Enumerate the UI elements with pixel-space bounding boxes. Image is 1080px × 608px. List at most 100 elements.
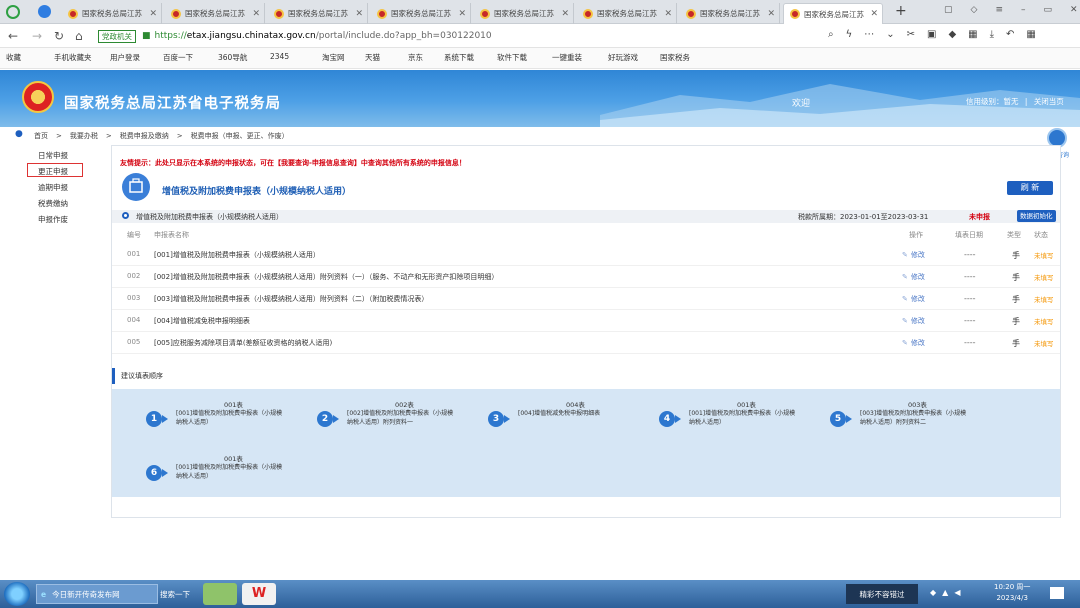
bookmark-item[interactable]: 好玩游戏	[608, 52, 638, 63]
edit-link[interactable]: ✎ 修改	[902, 316, 925, 326]
close-tab-icon[interactable]: ✕	[561, 9, 569, 19]
taskbar-search-item[interactable]: 搜索一下	[160, 584, 198, 604]
close-tab-icon[interactable]: ✕	[252, 9, 260, 19]
bookmark-item[interactable]: 京东	[408, 52, 423, 63]
clock[interactable]: 10:20 周一 2023/4/3	[994, 582, 1030, 604]
back-icon[interactable]: ←	[8, 28, 18, 44]
browser-tab[interactable]: 国家税务总局江苏 ✕	[577, 3, 677, 24]
promo-label: 精彩不容错过	[859, 589, 905, 599]
wps-taskbar-icon[interactable]: W	[242, 583, 276, 605]
browser-tab[interactable]: 国家税务总局江苏 ✕	[371, 3, 471, 24]
bookmark-item[interactable]: 百度一下	[163, 52, 193, 63]
close-window-icon[interactable]: ✕	[1070, 5, 1080, 15]
url-host: etax.jiangsu.chinatax.gov.cn	[186, 31, 316, 41]
fill-order-step[interactable]: 4 001表 [001]增值税及附加税费申报表（小规模纳税人适用）	[659, 399, 829, 439]
grid-icon[interactable]: ▦	[1026, 29, 1047, 40]
edit-link[interactable]: ✎ 修改	[902, 338, 925, 348]
breadcrumb-item[interactable]: 税费申报及缴纳	[120, 132, 169, 140]
data-init-button[interactable]: 数据初始化	[1017, 210, 1056, 222]
bookmark-item[interactable]: 360导航	[218, 52, 247, 63]
edit-link[interactable]: ✎ 修改	[902, 250, 925, 260]
row-form-name[interactable]: [001]增值税及附加税费申报表（小规模纳税人适用）	[154, 250, 320, 260]
bookmark-item[interactable]: 收藏	[6, 52, 21, 63]
reload-icon[interactable]: ↻	[54, 28, 64, 44]
download-icon[interactable]: ⤓	[990, 29, 1006, 40]
bookmark-item[interactable]: 用户登录	[110, 52, 140, 63]
sidebar-item[interactable]: 逾期申报	[38, 182, 68, 193]
header-links: 信用级别：暂无 | 关闭当页	[966, 96, 1064, 107]
undo-icon[interactable]: ↶	[1006, 29, 1026, 40]
close-page-link[interactable]: 关闭当页	[1034, 97, 1064, 106]
row-form-name[interactable]: [005]应税服务减除项目清单(差额征收资格的纳税人适用)	[154, 338, 332, 348]
sidebar-item[interactable]: 申报作废	[38, 214, 68, 225]
row-form-name[interactable]: [004]增值税减免税申报明细表	[154, 316, 250, 326]
pin-icon[interactable]: ▢	[944, 5, 971, 15]
start-button[interactable]	[4, 582, 30, 606]
bookmark-item[interactable]: 软件下载	[497, 52, 527, 63]
menu-icon[interactable]: ≡	[995, 5, 1021, 15]
bookmark-item[interactable]: 2345	[270, 52, 289, 61]
browser-logo-icon[interactable]	[6, 5, 20, 19]
restore-icon[interactable]: ▭	[1043, 5, 1070, 15]
extension-icon[interactable]: ▣	[927, 29, 948, 40]
volume-icon[interactable]: ◀	[954, 588, 966, 597]
bookmark-item[interactable]: 淘宝网	[322, 52, 345, 63]
bookmark-item[interactable]: 手机收藏夹	[54, 52, 92, 63]
browser-tab[interactable]: 国家税务总局江苏 ✕	[680, 3, 780, 24]
fill-order-step[interactable]: 3 004表 [004]增值税减免税申报明细表	[488, 399, 658, 439]
bookmark-item[interactable]: 系统下载	[444, 52, 474, 63]
forward-icon[interactable]: →	[32, 28, 42, 44]
fill-order-step[interactable]: 5 003表 [003]增值税及附加税费申报表（小规模纳税人适用）附列资料二	[830, 399, 1000, 439]
cut-icon[interactable]: ✂	[907, 29, 927, 40]
taskbar-ie-item[interactable]: e 今日新开传奇发布网	[36, 584, 158, 604]
url-field[interactable]: 党政机关 ■ https:// etax.jiangsu.chinatax.go…	[98, 27, 818, 45]
table-header: 编号 申报表名称 操作 填表日期 类型 状态	[112, 230, 1060, 242]
browser-taskbar-icon[interactable]	[203, 583, 237, 605]
fill-order-step[interactable]: 6 001表 [001]增值税及附加税费申报表（小规模纳税人适用）	[146, 453, 316, 493]
close-tab-icon[interactable]: ✕	[458, 9, 466, 19]
edit-label: 修改	[910, 339, 925, 347]
notification-icon[interactable]	[1050, 587, 1064, 599]
close-tab-icon[interactable]: ✕	[355, 9, 363, 19]
close-tab-icon[interactable]: ✕	[870, 9, 878, 19]
browser-tab[interactable]: 国家税务总局江苏 ✕	[268, 3, 368, 24]
breadcrumb-item[interactable]: 我要办税	[70, 132, 98, 140]
sidebar-item[interactable]: 税费缴纳	[38, 198, 68, 209]
bookmark-item[interactable]: 一键重装	[552, 52, 582, 63]
game-icon[interactable]: ◆	[948, 29, 968, 40]
breadcrumb-item[interactable]: 首页	[34, 132, 48, 140]
network-icon[interactable]: ▲	[942, 588, 954, 597]
bookmark-item[interactable]: 天猫	[365, 52, 380, 63]
tray-app-icon[interactable]: ◆	[930, 588, 942, 597]
bookmark-item[interactable]: 国家税务	[660, 52, 690, 63]
more-icon[interactable]: ⋯	[864, 29, 886, 40]
home-icon[interactable]: ⌂	[75, 28, 83, 44]
close-tab-icon[interactable]: ✕	[664, 9, 672, 19]
navigation-icon[interactable]	[38, 5, 51, 18]
apps-icon[interactable]: ▦	[968, 29, 989, 40]
sidebar-item[interactable]: 日常申报	[38, 150, 68, 161]
browser-tab[interactable]: 国家税务总局江苏 ✕	[62, 3, 162, 24]
edit-link[interactable]: ✎ 修改	[902, 272, 925, 282]
step-desc: [002]增值税及附加税费申报表（小规模纳税人适用）附列资料一	[347, 410, 454, 426]
step-arrow-icon	[504, 415, 510, 423]
skin-icon[interactable]: ◇	[971, 5, 996, 15]
close-tab-icon[interactable]: ✕	[767, 9, 775, 19]
close-tab-icon[interactable]: ✕	[149, 9, 157, 19]
edit-link[interactable]: ✎ 修改	[902, 294, 925, 304]
dropdown-icon[interactable]: ⌄	[886, 29, 906, 40]
flash-icon[interactable]: ϟ	[846, 29, 865, 40]
browser-tab[interactable]: 国家税务总局江苏 ✕	[474, 3, 574, 24]
minimize-icon[interactable]: –	[1021, 5, 1044, 15]
row-form-name[interactable]: [003]增值税及附加税费申报表（小规模纳税人适用）附列资料（二）（附加税费情况…	[154, 294, 428, 304]
fill-order-step[interactable]: 2 002表 [002]增值税及附加税费申报表（小规模纳税人适用）附列资料一	[317, 399, 487, 439]
fill-order-step[interactable]: 1 001表 [001]增值税及附加税费申报表（小规模纳税人适用）	[146, 399, 316, 439]
row-form-name[interactable]: [002]增值税及附加税费申报表（小规模纳税人适用）附列资料（一）（服务、不动产…	[154, 272, 498, 282]
new-tab-button[interactable]: +	[895, 3, 907, 19]
browser-tab[interactable]: 国家税务总局江苏 ✕	[783, 3, 883, 24]
refresh-button[interactable]: 刷 新	[1007, 181, 1053, 195]
browser-tab[interactable]: 国家税务总局江苏 ✕	[165, 3, 265, 24]
promo-widget[interactable]: 精彩不容错过	[846, 584, 918, 604]
search-icon[interactable]: ⌕	[828, 29, 846, 40]
radio-selected-icon[interactable]	[122, 212, 129, 219]
